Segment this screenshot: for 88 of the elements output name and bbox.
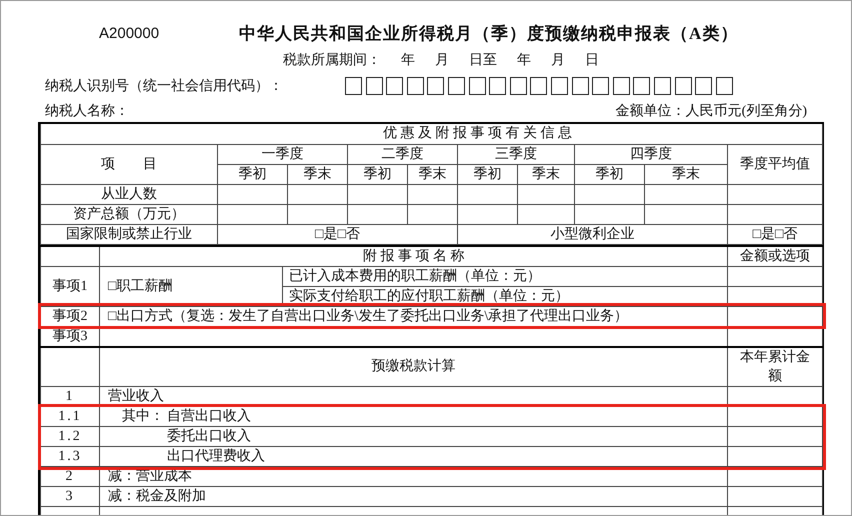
column-header: 季初 <box>574 164 644 184</box>
id-digit-box[interactable] <box>612 77 630 95</box>
column-header: 本年累计金额 <box>739 348 811 386</box>
id-digit-box[interactable] <box>695 77 712 95</box>
table-cell <box>288 204 348 224</box>
row-label: 减：税金及附加 <box>108 488 206 506</box>
column-header: 四季度 <box>574 144 728 164</box>
currency-unit: 金额单位：人民币元(列至角分) <box>616 102 807 120</box>
id-digit-box[interactable] <box>550 77 568 95</box>
sub-item-label: 实际支付给职工的应付职工薪酬（单位：元） <box>282 286 728 306</box>
row-label: 资产总额（万元） <box>40 204 218 224</box>
row-label: 小型微利企业 <box>458 224 728 244</box>
date-part: 年 <box>517 52 531 70</box>
yes-no-option: □是□否 <box>218 224 458 244</box>
id-digit-box[interactable] <box>674 77 692 95</box>
id-digit-box[interactable] <box>366 77 383 95</box>
table-cell <box>40 346 100 386</box>
item-name: □职工薪酬 <box>100 266 282 306</box>
id-digit-box[interactable] <box>406 77 424 95</box>
table-cell <box>218 204 288 224</box>
column-header: 季初 <box>218 164 288 184</box>
yes-no-option: □是□否 <box>728 224 823 244</box>
section-heading: 优 惠 及 附 报 事 项 有 关 信 息 <box>40 124 823 144</box>
column-header: 一季度 <box>218 144 348 164</box>
row-label: 出口代理费收入 <box>167 448 265 466</box>
table-cell <box>458 184 518 204</box>
field-label: 纳税人识别号（统一社会信用代码）： <box>45 77 284 96</box>
table-cell <box>458 204 518 224</box>
id-digit-box[interactable] <box>427 77 444 95</box>
table-cell <box>348 184 408 204</box>
date-part: 日 <box>585 52 599 70</box>
row-label: 从业人数 <box>40 184 218 204</box>
id-digit-box[interactable] <box>592 77 610 95</box>
date-part: 日至 <box>469 52 497 70</box>
column-header: 季度平均值 <box>728 144 823 184</box>
id-digit-box[interactable] <box>386 77 404 95</box>
column-header: 三季度 <box>458 144 574 164</box>
id-digit-box[interactable] <box>345 77 362 95</box>
id-digit-box[interactable] <box>633 77 650 95</box>
column-header: 季初 <box>458 164 518 184</box>
id-digit-box[interactable] <box>654 77 671 95</box>
id-digit-box[interactable] <box>716 77 733 95</box>
table-cell <box>218 184 288 204</box>
table-cell <box>40 246 100 266</box>
date-part: 月 <box>551 52 565 70</box>
sub-item-label: 已计入成本费用的职工薪酬（单位：元） <box>282 266 728 286</box>
item-number: 事项1 <box>40 266 100 306</box>
item-number: 事项3 <box>40 326 100 346</box>
line-number: 3 <box>40 486 100 506</box>
table-cell <box>408 204 458 224</box>
table-cell <box>574 204 644 224</box>
field-label: 纳税人名称： <box>45 102 129 120</box>
table-cell <box>288 184 348 204</box>
id-digit-box[interactable] <box>468 77 486 95</box>
section-heading: 附 报 事 项 名 称 <box>100 246 728 266</box>
section-heading: 预缴税款计算 <box>100 346 728 386</box>
date-part: 月 <box>435 52 449 70</box>
id-digit-box[interactable] <box>489 77 506 95</box>
line-number: 1 <box>40 386 100 406</box>
id-digit-box[interactable] <box>448 77 465 95</box>
line-number: 1.1 <box>40 406 100 426</box>
line-number: 1.2 <box>40 426 100 446</box>
column-header: 季末 <box>644 164 728 184</box>
period-label: 税款所属期间： <box>283 52 381 70</box>
date-part: 年 <box>401 52 415 70</box>
form-code: A200000 <box>99 24 160 44</box>
id-digit-box[interactable] <box>510 77 527 95</box>
table-cell <box>518 204 574 224</box>
column-header: 金额或选项 <box>728 246 822 266</box>
id-digit-box[interactable] <box>530 77 548 95</box>
form-title: 中华人民共和国企业所得税月（季）度预缴纳税申报表（A类） <box>239 23 738 46</box>
row-label: 自营出口收入 <box>167 408 251 426</box>
row-label: 营业收入 <box>108 388 164 406</box>
column-header: 二季度 <box>348 144 458 164</box>
column-header: 季初 <box>348 164 408 184</box>
row-label: 委托出口收入 <box>167 427 251 446</box>
table-cell <box>518 184 574 204</box>
label-prefix: 其中： <box>122 408 165 426</box>
column-header: 季末 <box>518 164 574 184</box>
table-cell <box>408 184 458 204</box>
table-cell <box>348 204 408 224</box>
id-digit-box[interactable] <box>572 77 589 95</box>
column-header: 季末 <box>288 164 348 184</box>
row-label: 国家限制或禁止行业 <box>40 224 218 244</box>
table-cell <box>574 184 644 204</box>
line-number: 1.3 <box>40 446 100 466</box>
column-header: 季末 <box>408 164 458 184</box>
column-header: 项 目 <box>40 144 218 184</box>
